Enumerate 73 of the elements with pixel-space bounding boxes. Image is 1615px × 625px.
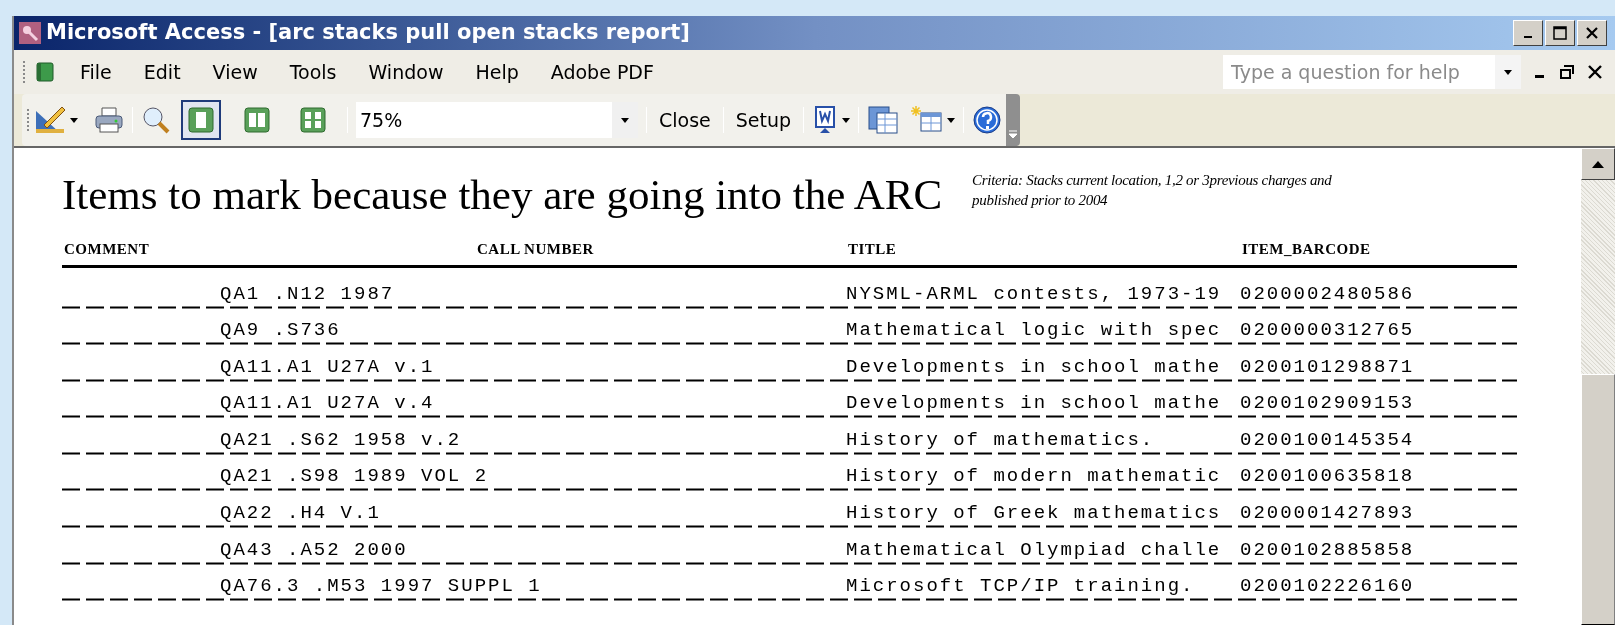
title-cell: Microsoft TCP/IP training. (846, 575, 1195, 598)
help-search-field[interactable]: Type a question for help (1223, 55, 1521, 89)
database-window-icon[interactable] (867, 105, 900, 135)
title-cell: Mathematical logic with spec (846, 319, 1222, 342)
toolbar-button[interactable]: Setup (731, 105, 796, 135)
call-number-cell: QA22 .H4 V.1 (220, 502, 381, 525)
restore-icon[interactable] (1559, 64, 1575, 80)
toolbar-options-handle[interactable] (1006, 94, 1021, 146)
close-icon[interactable] (1587, 64, 1603, 80)
call-number-cell: QA9 .S736 (220, 319, 341, 342)
key-icon (18, 21, 42, 45)
call-number-cell: QA76.3 .M53 1997 SUPPL 1 (220, 575, 542, 598)
barcode-cell: 0200100635818 (1240, 465, 1415, 488)
column-header: ITEM_BARCODE (1241, 241, 1371, 257)
call-number-cell: QA43 .A52 2000 (220, 538, 408, 561)
title-cell: Mathematical Olympiad challe (846, 538, 1222, 561)
title-cell: History of Greek mathematics (846, 502, 1222, 525)
call-number-cell: QA11.A1 U27A v.4 (220, 392, 435, 415)
scrollbar-thumb[interactable] (1581, 374, 1615, 625)
call-number-cell: QA1 .N12 1987 (220, 282, 395, 305)
call-number-cell: QA21 .S62 1958 v.2 (220, 428, 462, 451)
caret-icon[interactable] (842, 117, 851, 123)
title-cell: NYSML-ARML contests, 1973-19 (846, 282, 1222, 305)
title-cell: Developments in school mathe (846, 392, 1222, 415)
print-icon[interactable] (94, 106, 124, 134)
barcode-cell: 0200001427893 (1240, 502, 1415, 525)
menu-item[interactable]: Edit (127, 57, 197, 87)
scroll-up-button[interactable] (1581, 148, 1615, 180)
caret-icon[interactable] (621, 117, 629, 123)
toolbar-grip-icon[interactable] (22, 60, 26, 84)
barcode-cell: 0200100145354 (1240, 428, 1415, 451)
call-number-cell: QA21 .S98 1989 VOL 2 (220, 465, 489, 488)
zoom-combo[interactable]: 75% (356, 102, 638, 138)
barcode-cell: 0200102226160 (1240, 575, 1415, 598)
up-arrow-icon (1592, 160, 1604, 168)
book-icon (34, 61, 56, 83)
magnifier-icon[interactable] (141, 105, 171, 135)
menu-item[interactable]: Help (459, 57, 535, 87)
criteria-note: Criteria: Stacks current location, 1,2 or 3previous charges and published prior to 2004 (972, 171, 1333, 210)
vertical-scrollbar[interactable] (1581, 148, 1615, 625)
title-cell: History of modern mathematic (846, 465, 1222, 488)
minimize-icon (1524, 36, 1532, 38)
menu-item[interactable]: File (64, 57, 128, 87)
help-icon[interactable] (972, 105, 1003, 135)
menu-item[interactable]: Window (352, 57, 460, 87)
barcode-cell: 0200102909153 (1240, 392, 1415, 415)
maximize-button[interactable] (1545, 20, 1575, 46)
toolbar-grip-icon[interactable] (26, 108, 30, 132)
minimize-button[interactable] (1513, 20, 1543, 46)
close-button[interactable] (1577, 20, 1607, 46)
column-header: CALL NUMBER (476, 241, 594, 257)
one-page-button[interactable] (181, 100, 221, 140)
caret-icon[interactable] (70, 117, 78, 123)
barcode-cell: 0200102885858 (1240, 538, 1415, 561)
barcode-cell: 0200000312765 (1240, 319, 1415, 342)
window-title: Microsoft Access - [arc stacks pull open stacks report] (46, 19, 690, 47)
toolbar-button[interactable]: Close (655, 105, 715, 135)
column-header: TITLE (847, 241, 897, 257)
barcode-cell: 0200002480586 (1240, 282, 1415, 305)
barcode-cell: 0200101298871 (1240, 355, 1415, 378)
caret-icon[interactable] (947, 117, 956, 123)
menu-item[interactable]: View (196, 57, 274, 87)
column-header: COMMENT (63, 241, 150, 257)
report-heading: Items to mark because they are going into the ARC (62, 170, 943, 220)
call-number-cell: QA11.A1 U27A v.1 (220, 355, 435, 378)
close-icon (1584, 26, 1600, 40)
title-cell: History of mathematics. (846, 428, 1155, 451)
maximize-icon (1552, 26, 1568, 40)
menu-item[interactable]: Tools (273, 57, 353, 87)
pencil-ruler-icon[interactable] (34, 105, 66, 135)
caret-icon[interactable] (1504, 69, 1512, 75)
title-cell: Developments in school mathe (846, 355, 1222, 378)
menu-item[interactable]: Adobe PDF (534, 57, 670, 87)
